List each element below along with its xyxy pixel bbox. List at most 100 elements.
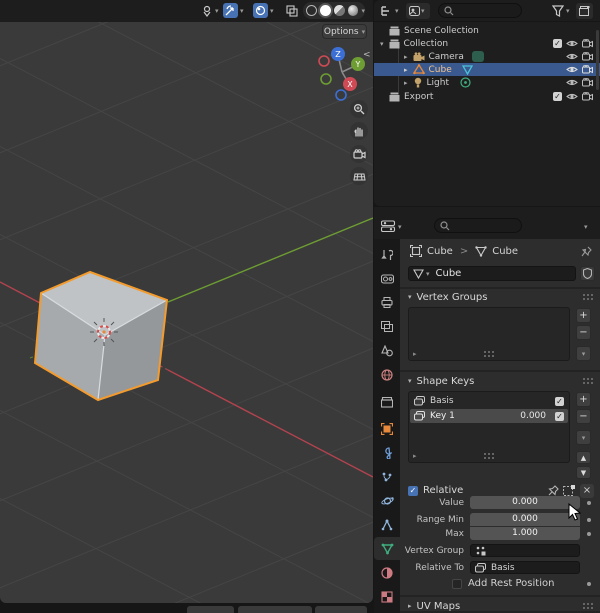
tab-particles[interactable]	[374, 465, 400, 488]
proportional-dropdown-chevron-icon[interactable]: ▾	[270, 7, 274, 15]
proportional-editing-icon[interactable]	[253, 3, 268, 18]
move-shape-key-down-button[interactable]: ▼	[576, 466, 591, 479]
snap-dropdown-chevron-icon[interactable]: ▾	[240, 7, 244, 15]
panel-grip-icon[interactable]	[582, 602, 594, 610]
filter-chevron-icon[interactable]: ▾	[566, 7, 570, 15]
status-bar-item[interactable]	[187, 606, 234, 613]
wireframe-shading-icon[interactable]	[306, 5, 317, 16]
collection-checkbox[interactable]: ✓	[553, 92, 562, 101]
shape-key-value[interactable]: 0.000	[520, 411, 546, 421]
value-slider[interactable]: 0.000	[470, 496, 580, 509]
new-collection-button[interactable]	[576, 3, 593, 19]
animate-dot[interactable]	[587, 582, 591, 586]
camera-restrict-icon[interactable]	[582, 65, 593, 74]
properties-editor[interactable]: ▾ ▾ Cube > Cube ▾ Cube ▾ Vertex Groups ▸…	[374, 207, 600, 613]
animate-dot[interactable]	[587, 501, 591, 505]
outliner-search-input[interactable]	[438, 3, 522, 18]
tab-output[interactable]	[374, 291, 400, 314]
disclosure-triangle-icon[interactable]: ▸	[404, 53, 408, 61]
options-button[interactable]: Options ▾	[322, 24, 367, 39]
vertex-group-field[interactable]	[470, 544, 580, 557]
browse-mesh-chevron-icon[interactable]: ▾	[426, 270, 430, 278]
editor-type-chevron-icon[interactable]: ▾	[398, 223, 402, 231]
camera-view-icon[interactable]	[350, 145, 368, 163]
shape-key-mute-checkbox[interactable]: ✓	[555, 396, 564, 406]
panel-grip-icon[interactable]	[582, 377, 594, 385]
panel-grip-icon[interactable]	[582, 293, 594, 301]
range-min-slider[interactable]: 0.000	[470, 513, 580, 526]
list-expand-icon[interactable]: ▸	[413, 350, 417, 358]
pivot-dropdown-chevron-icon[interactable]: ▾	[215, 7, 219, 15]
animate-dot[interactable]	[587, 532, 591, 536]
rendered-shading-icon[interactable]	[347, 5, 359, 16]
shape-key-row-key1[interactable]: Key 1 0.000 ✓	[410, 409, 568, 423]
tab-tool[interactable]	[374, 243, 400, 266]
add-vertex-group-button[interactable]: +	[576, 308, 591, 323]
vertex-groups-list[interactable]: ▸	[408, 307, 570, 361]
add-shape-key-button[interactable]: +	[576, 392, 591, 407]
eye-icon[interactable]	[566, 65, 578, 74]
fake-user-shield-button[interactable]	[580, 266, 595, 281]
zoom-icon[interactable]	[350, 100, 368, 118]
mesh-name-field[interactable]: ▾ Cube	[408, 266, 576, 281]
camera-restrict-icon[interactable]	[582, 78, 593, 87]
collection-checkbox[interactable]: ✓	[553, 39, 562, 48]
disclosure-triangle-icon[interactable]: ▸	[404, 66, 408, 74]
eye-icon[interactable]	[566, 39, 578, 48]
outliner-row-cube[interactable]: ▸ Cube	[374, 63, 600, 76]
solid-shading-icon[interactable]	[319, 5, 331, 16]
outliner-row-scene-collection[interactable]: Scene Collection	[374, 24, 600, 37]
properties-filter-chevron-icon[interactable]: ▾	[584, 223, 588, 231]
eye-icon[interactable]	[566, 92, 578, 101]
breadcrumb-object-name[interactable]: Cube	[427, 246, 453, 257]
relative-checkbox-row[interactable]: ✓ Relative	[408, 485, 463, 496]
display-mode-button[interactable]: ▾	[406, 3, 430, 19]
tab-physics[interactable]	[374, 489, 400, 512]
shape-key-mute-checkbox[interactable]: ✓	[555, 411, 564, 421]
tab-view-layer[interactable]	[374, 315, 400, 338]
tab-collection[interactable]	[374, 391, 400, 414]
animate-dot[interactable]	[587, 518, 591, 522]
outliner-row-collection[interactable]: ▾ Collection ✓	[374, 37, 600, 50]
status-bar-item[interactable]	[315, 606, 367, 613]
orthographic-grid-icon[interactable]	[350, 167, 368, 185]
tab-texture[interactable]	[374, 585, 400, 608]
tab-scene[interactable]	[374, 339, 400, 362]
tab-object-data[interactable]	[374, 537, 400, 560]
outliner-editor-type-icon[interactable]	[380, 5, 394, 17]
pin-icon[interactable]	[581, 246, 592, 257]
tab-render[interactable]	[374, 267, 400, 290]
shape-key-specials-button[interactable]: ▾	[576, 430, 591, 445]
status-bar-item[interactable]	[238, 606, 312, 613]
filter-icon[interactable]	[552, 5, 564, 17]
shape-keys-list[interactable]: Basis ✓ Key 1 0.000 ✓ ▸	[408, 391, 570, 463]
tab-material[interactable]	[374, 561, 400, 584]
properties-editor-type-icon[interactable]	[381, 220, 396, 233]
list-expand-icon[interactable]: ▸	[413, 452, 417, 460]
eye-icon[interactable]	[566, 52, 578, 61]
relative-to-field[interactable]: Basis	[470, 561, 580, 574]
shading-dropdown-chevron-icon[interactable]: ▾	[361, 7, 365, 15]
relative-checkbox[interactable]: ✓	[408, 485, 418, 496]
list-resize-grip[interactable]	[483, 452, 495, 460]
shape-key-row-basis[interactable]: Basis ✓	[410, 394, 568, 408]
tab-modifiers[interactable]	[374, 441, 400, 464]
tab-constraints[interactable]	[374, 513, 400, 536]
remove-shape-key-button[interactable]: −	[576, 409, 591, 424]
close-icon[interactable]: ×	[580, 484, 594, 498]
disclosure-triangle-icon[interactable]: ▾	[380, 40, 384, 48]
navigation-gizmo[interactable]: Z Y X	[316, 42, 372, 102]
camera-restrict-icon[interactable]	[582, 92, 593, 101]
mesh-data-icon[interactable]	[461, 64, 473, 75]
breadcrumb-data-name[interactable]: Cube	[492, 246, 518, 257]
outliner-scrollbar[interactable]	[596, 30, 599, 90]
shape-keys-panel-header[interactable]: ▾ Shape Keys	[400, 373, 600, 389]
xray-toggle-icon[interactable]	[284, 3, 299, 18]
vertex-group-specials-button[interactable]: ▾	[576, 346, 591, 361]
remove-vertex-group-button[interactable]: −	[576, 325, 591, 340]
camera-restrict-icon[interactable]	[582, 52, 593, 61]
tab-world[interactable]	[374, 363, 400, 386]
add-rest-position-checkbox[interactable]	[452, 578, 462, 589]
outliner-row-light[interactable]: ▸ Light	[374, 76, 600, 89]
vertex-groups-panel-header[interactable]: ▾ Vertex Groups	[400, 289, 600, 305]
